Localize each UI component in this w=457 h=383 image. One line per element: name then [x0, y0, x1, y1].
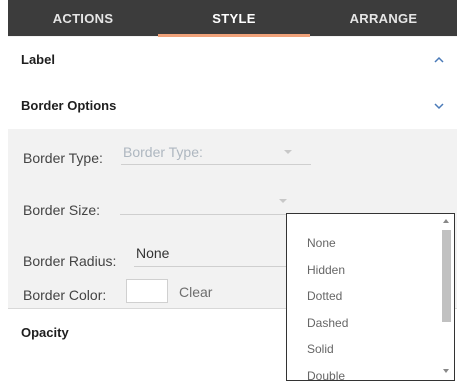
scroll-up-arrow-icon[interactable] [443, 219, 449, 223]
chevron-down-icon[interactable] [433, 100, 445, 112]
dropdown-option[interactable]: Dotted [307, 289, 342, 303]
section-label-title: Label [21, 52, 55, 67]
border-style-dropdown[interactable]: None Hidden Dotted Dashed Solid Double [286, 213, 455, 381]
scroll-down-arrow-icon[interactable] [443, 369, 449, 373]
section-border-options-title: Border Options [21, 98, 117, 113]
tab-style[interactable]: STYLE [158, 0, 310, 36]
tab-actions[interactable]: ACTIONS [8, 0, 158, 36]
border-radius-underline [134, 266, 294, 267]
dropdown-option[interactable]: Hidden [307, 263, 345, 277]
border-type-select[interactable]: Border Type: [123, 144, 203, 160]
border-size-select[interactable] [120, 214, 295, 215]
scrollbar-thumb[interactable] [442, 230, 451, 322]
border-type-underline [121, 164, 311, 165]
dropdown-option[interactable]: Double [307, 369, 345, 381]
section-label-header[interactable]: Label [8, 37, 457, 84]
dropdown-option[interactable]: Solid [307, 342, 334, 356]
section-opacity-title: Opacity [21, 325, 69, 340]
dropdown-option[interactable]: None [307, 236, 336, 250]
border-radius-label: Border Radius: [23, 253, 117, 269]
clear-color-button[interactable]: Clear [179, 284, 212, 300]
border-radius-select[interactable]: None [136, 245, 169, 261]
chevron-up-icon[interactable] [433, 54, 445, 66]
section-border-options-header[interactable]: Border Options [8, 83, 457, 129]
dropdown-option[interactable]: Dashed [307, 316, 348, 330]
tab-bar: ACTIONS STYLE ARRANGE [8, 0, 457, 37]
border-type-caret-icon[interactable] [284, 150, 292, 154]
border-size-caret-icon[interactable] [279, 199, 287, 203]
border-color-swatch[interactable] [126, 279, 168, 303]
border-type-label: Border Type: [23, 150, 103, 166]
border-color-label: Border Color: [23, 287, 107, 303]
border-size-label: Border Size: [23, 202, 101, 218]
tab-arrange[interactable]: ARRANGE [310, 0, 457, 36]
